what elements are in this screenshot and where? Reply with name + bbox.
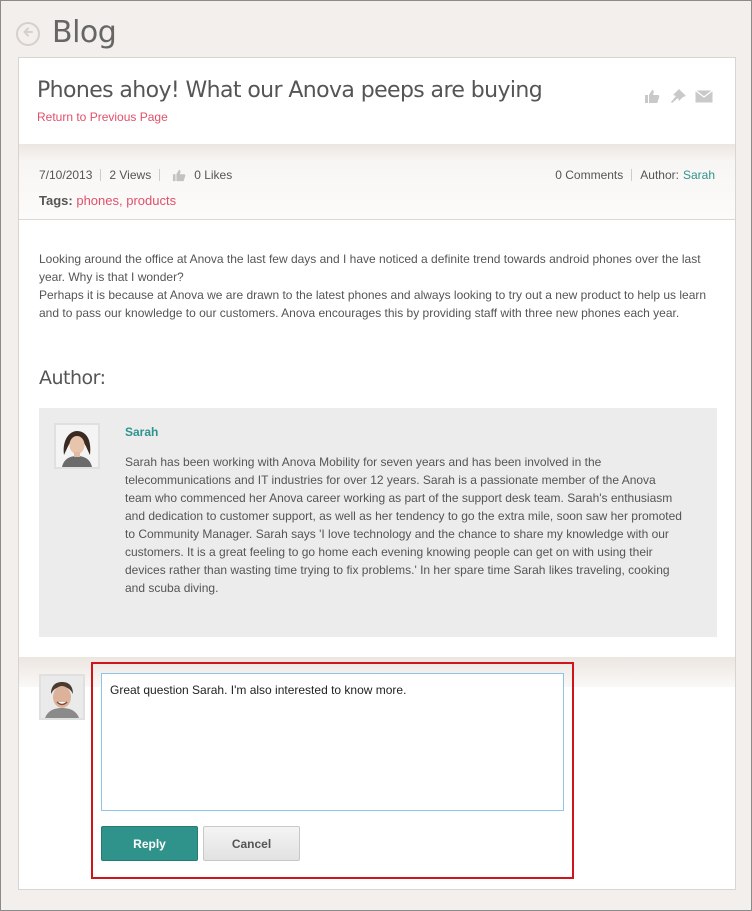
view-count: 2 Views [109, 168, 152, 182]
reply-button[interactable]: Reply [101, 826, 198, 861]
avatar [39, 674, 85, 720]
post-actions [643, 88, 713, 104]
tag-link-products[interactable]: products [126, 193, 176, 208]
avatar [54, 423, 100, 469]
post-meta: 7/10/2013 2 Views 0 Likes 0 Comments Aut… [19, 144, 735, 220]
divider [631, 169, 633, 181]
author-link[interactable]: Sarah [683, 168, 715, 182]
reply-textarea[interactable]: Great question Sarah. I'm also intereste… [101, 673, 564, 811]
author-bio: Sarah has been working with Anova Mobili… [125, 455, 682, 595]
like-icon[interactable] [643, 88, 661, 104]
back-arrow-icon [21, 25, 35, 44]
page-header: Blog [16, 12, 117, 52]
tags-row: Tags: phones, products [39, 193, 176, 208]
return-to-previous-link[interactable]: Return to Previous Page [37, 110, 168, 124]
back-button[interactable] [16, 22, 40, 46]
divider [159, 169, 161, 181]
author-section-heading: Author: [39, 367, 106, 389]
comment-count[interactable]: 0 Comments [555, 168, 623, 182]
post-date: 7/10/2013 [39, 168, 93, 182]
meta-row: 7/10/2013 2 Views 0 Likes 0 Comments Aut… [39, 168, 715, 182]
likes-thumb-icon[interactable] [172, 169, 186, 182]
pin-icon[interactable] [669, 88, 687, 104]
like-count: 0 Likes [194, 168, 233, 182]
tags-label: Tags: [39, 193, 73, 208]
author-box: Sarah Sarah has been working with Anova … [39, 408, 717, 637]
divider [100, 169, 102, 181]
author-name[interactable]: Sarah [125, 425, 158, 439]
tag-separator: , [119, 193, 123, 208]
meta-right: 0 Comments Author: Sarah [555, 168, 715, 182]
cancel-button[interactable]: Cancel [203, 826, 300, 861]
post-paragraph: Perhaps it is because at Anova we are dr… [39, 288, 707, 320]
post-title: Phones ahoy! What our Anova peeps are bu… [37, 78, 543, 103]
email-icon[interactable] [695, 88, 713, 104]
post-paragraph: Looking around the office at Anova the l… [39, 252, 701, 284]
post-body: Looking around the office at Anova the l… [39, 250, 719, 322]
author-label: Author: [640, 168, 679, 182]
page-title: Blog [52, 14, 117, 50]
tag-link-phones[interactable]: phones [76, 193, 119, 208]
